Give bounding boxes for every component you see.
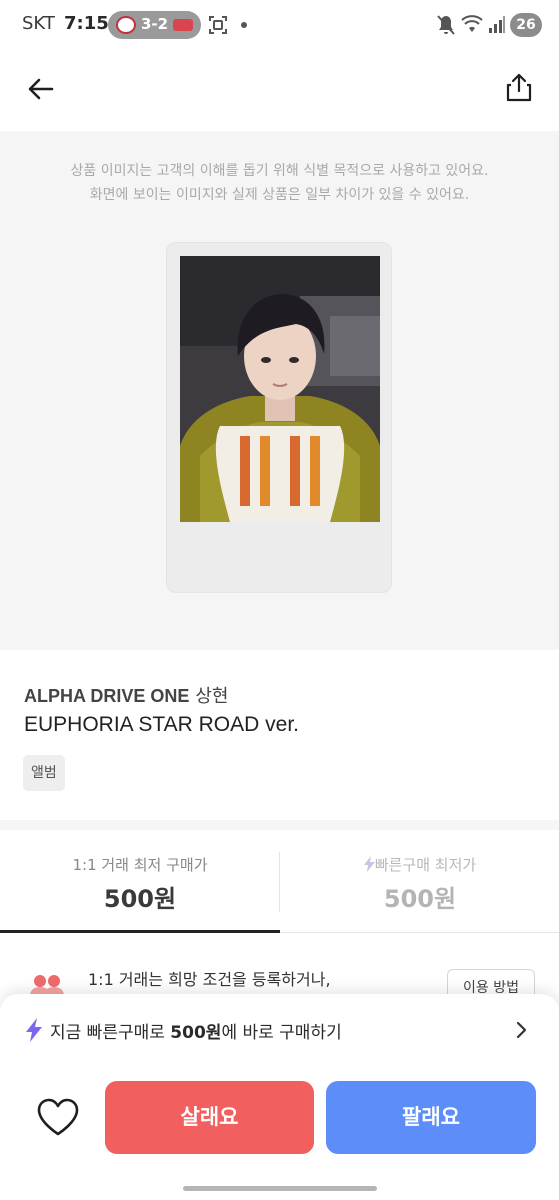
live-score-pill: 3-2: [108, 11, 201, 39]
member-name: 상현: [195, 686, 229, 707]
heart-outline-icon: [37, 1098, 79, 1136]
back-button[interactable]: [22, 70, 60, 108]
product-title: EUPHORIA STAR ROAD ver.: [24, 713, 299, 736]
share-button[interactable]: [500, 68, 538, 106]
artist-name: ALPHA DRIVE ONE: [24, 686, 190, 706]
live-score: 3-2: [141, 15, 169, 33]
sell-button[interactable]: 팔래요: [326, 1081, 536, 1154]
quick-buy-suffix: 에 바로 구매하기: [221, 1023, 342, 1043]
wishlist-button[interactable]: [34, 1094, 82, 1140]
notification-dot-icon: [241, 22, 247, 28]
tab-quick-buy-price[interactable]: 빠른구매 최저가 500원: [280, 830, 559, 932]
carrier-label: SKT: [22, 13, 55, 34]
share-icon: [506, 73, 532, 102]
buy-button[interactable]: 살래요: [105, 1081, 314, 1154]
wifi-icon: [461, 15, 483, 32]
notice-line: 화면에 보이는 이미지와 실제 상품은 일부 차이가 있을 수 있어요.: [89, 187, 470, 203]
top-app-bar: [0, 50, 559, 130]
tab-label-text: 빠른구매 최저가: [374, 856, 477, 874]
lightning-bolt-icon: [26, 1018, 42, 1042]
team-logo-icon: [173, 19, 193, 31]
product-image-area: 상품 이미지는 고객의 이해를 돕기 위해 식별 목적으로 사용하고 있어요. …: [0, 131, 559, 650]
battery-indicator: 26: [510, 13, 542, 37]
chevron-right-icon: [516, 1021, 527, 1039]
photo-illustration: [180, 256, 380, 522]
quick-buy-text: 지금 빠른구매로 500원에 바로 구매하기: [50, 1018, 342, 1043]
lightning-bolt-icon: [363, 856, 375, 872]
selected-tab-indicator: [0, 930, 280, 933]
artist-line: ALPHA DRIVE ONE 상현: [24, 682, 228, 708]
tab-label: 빠른구매 최저가: [280, 854, 559, 875]
tab-price: 500원: [383, 885, 457, 913]
status-bar: SKT 7:15 3-2 26: [0, 0, 559, 50]
quick-buy-prefix: 지금 빠른구매로: [50, 1023, 171, 1043]
signal-icon: [489, 16, 505, 33]
tab-label: 1:1 거래 최저 구매가: [72, 856, 208, 874]
tab-one-to-one-price[interactable]: 1:1 거래 최저 구매가 500원: [0, 830, 280, 932]
home-indicator[interactable]: [183, 1186, 377, 1191]
mute-icon: [437, 15, 455, 35]
tab-price: 500원: [103, 885, 177, 913]
photocard-image: [180, 256, 380, 522]
notice-line: 상품 이미지는 고객의 이해를 돕기 위해 식별 목적으로 사용하고 있어요.: [70, 163, 489, 179]
category-chip[interactable]: 앨범: [23, 755, 65, 791]
quick-buy-price: 500원: [170, 1023, 222, 1043]
people-icon: [30, 975, 64, 996]
guide-text: 1:1 거래는 희망 조건을 등록하거나,: [88, 970, 331, 989]
section-divider: [0, 820, 559, 830]
team-logo-icon: [116, 16, 136, 34]
image-notice: 상품 이미지는 고객의 이해를 돕기 위해 식별 목적으로 사용하고 있어요. …: [0, 159, 559, 207]
clock: 7:15: [64, 13, 109, 34]
arrow-left-icon: [28, 78, 54, 100]
screenshot-icon: [209, 16, 227, 34]
bottom-action-sheet: 지금 빠른구매로 500원에 바로 구매하기 살래요 팔래요: [0, 994, 559, 1200]
photocard[interactable]: [166, 242, 392, 593]
quick-buy-row[interactable]: 지금 빠른구매로 500원에 바로 구매하기: [0, 994, 559, 1066]
